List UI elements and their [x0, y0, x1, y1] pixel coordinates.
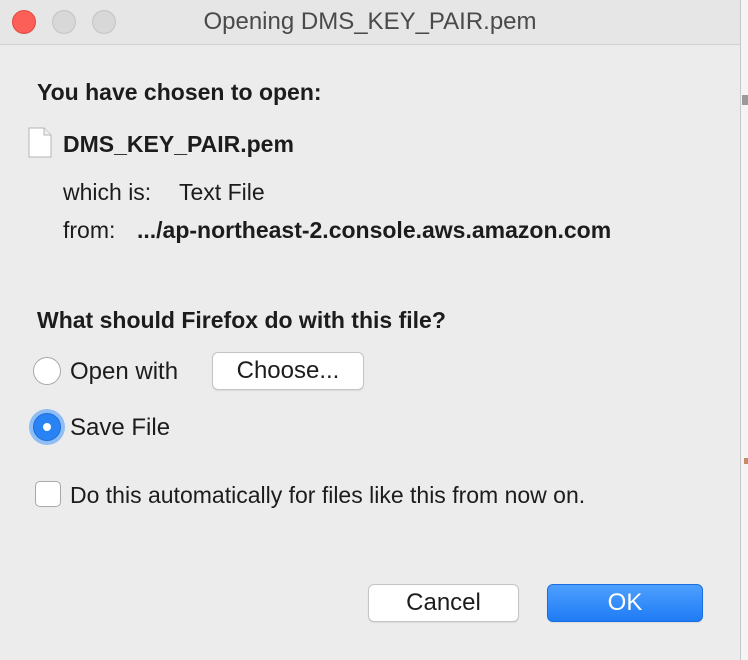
- open-with-radio[interactable]: [33, 357, 61, 385]
- dialog-heading: You have chosen to open:: [37, 79, 322, 105]
- source-url: .../ap-northeast-2.console.aws.amazon.co…: [137, 217, 612, 243]
- auto-action-checkbox[interactable]: [35, 481, 61, 507]
- cancel-button[interactable]: Cancel: [368, 584, 519, 622]
- which-is-label: which is:: [63, 179, 152, 205]
- title-bar: Opening DMS_KEY_PAIR.pem: [0, 0, 740, 45]
- download-dialog: Opening DMS_KEY_PAIR.pem You have chosen…: [0, 0, 741, 660]
- background-window-fragment: [744, 458, 748, 464]
- auto-action-label[interactable]: Do this automatically for files like thi…: [70, 482, 585, 509]
- ok-button[interactable]: OK: [547, 584, 703, 622]
- file-type-value: Text File: [179, 179, 265, 205]
- open-with-label[interactable]: Open with: [70, 358, 178, 386]
- file-name: DMS_KEY_PAIR.pem: [63, 131, 294, 157]
- action-question: What should Firefox do with this file?: [37, 307, 446, 333]
- file-icon: [28, 127, 52, 158]
- window-title: Opening DMS_KEY_PAIR.pem: [203, 8, 537, 35]
- background-window-fragment: [742, 95, 748, 105]
- from-label: from:: [63, 217, 116, 243]
- save-file-label[interactable]: Save File: [70, 414, 170, 442]
- save-file-radio[interactable]: [33, 413, 61, 441]
- choose-button[interactable]: Choose...: [212, 352, 364, 390]
